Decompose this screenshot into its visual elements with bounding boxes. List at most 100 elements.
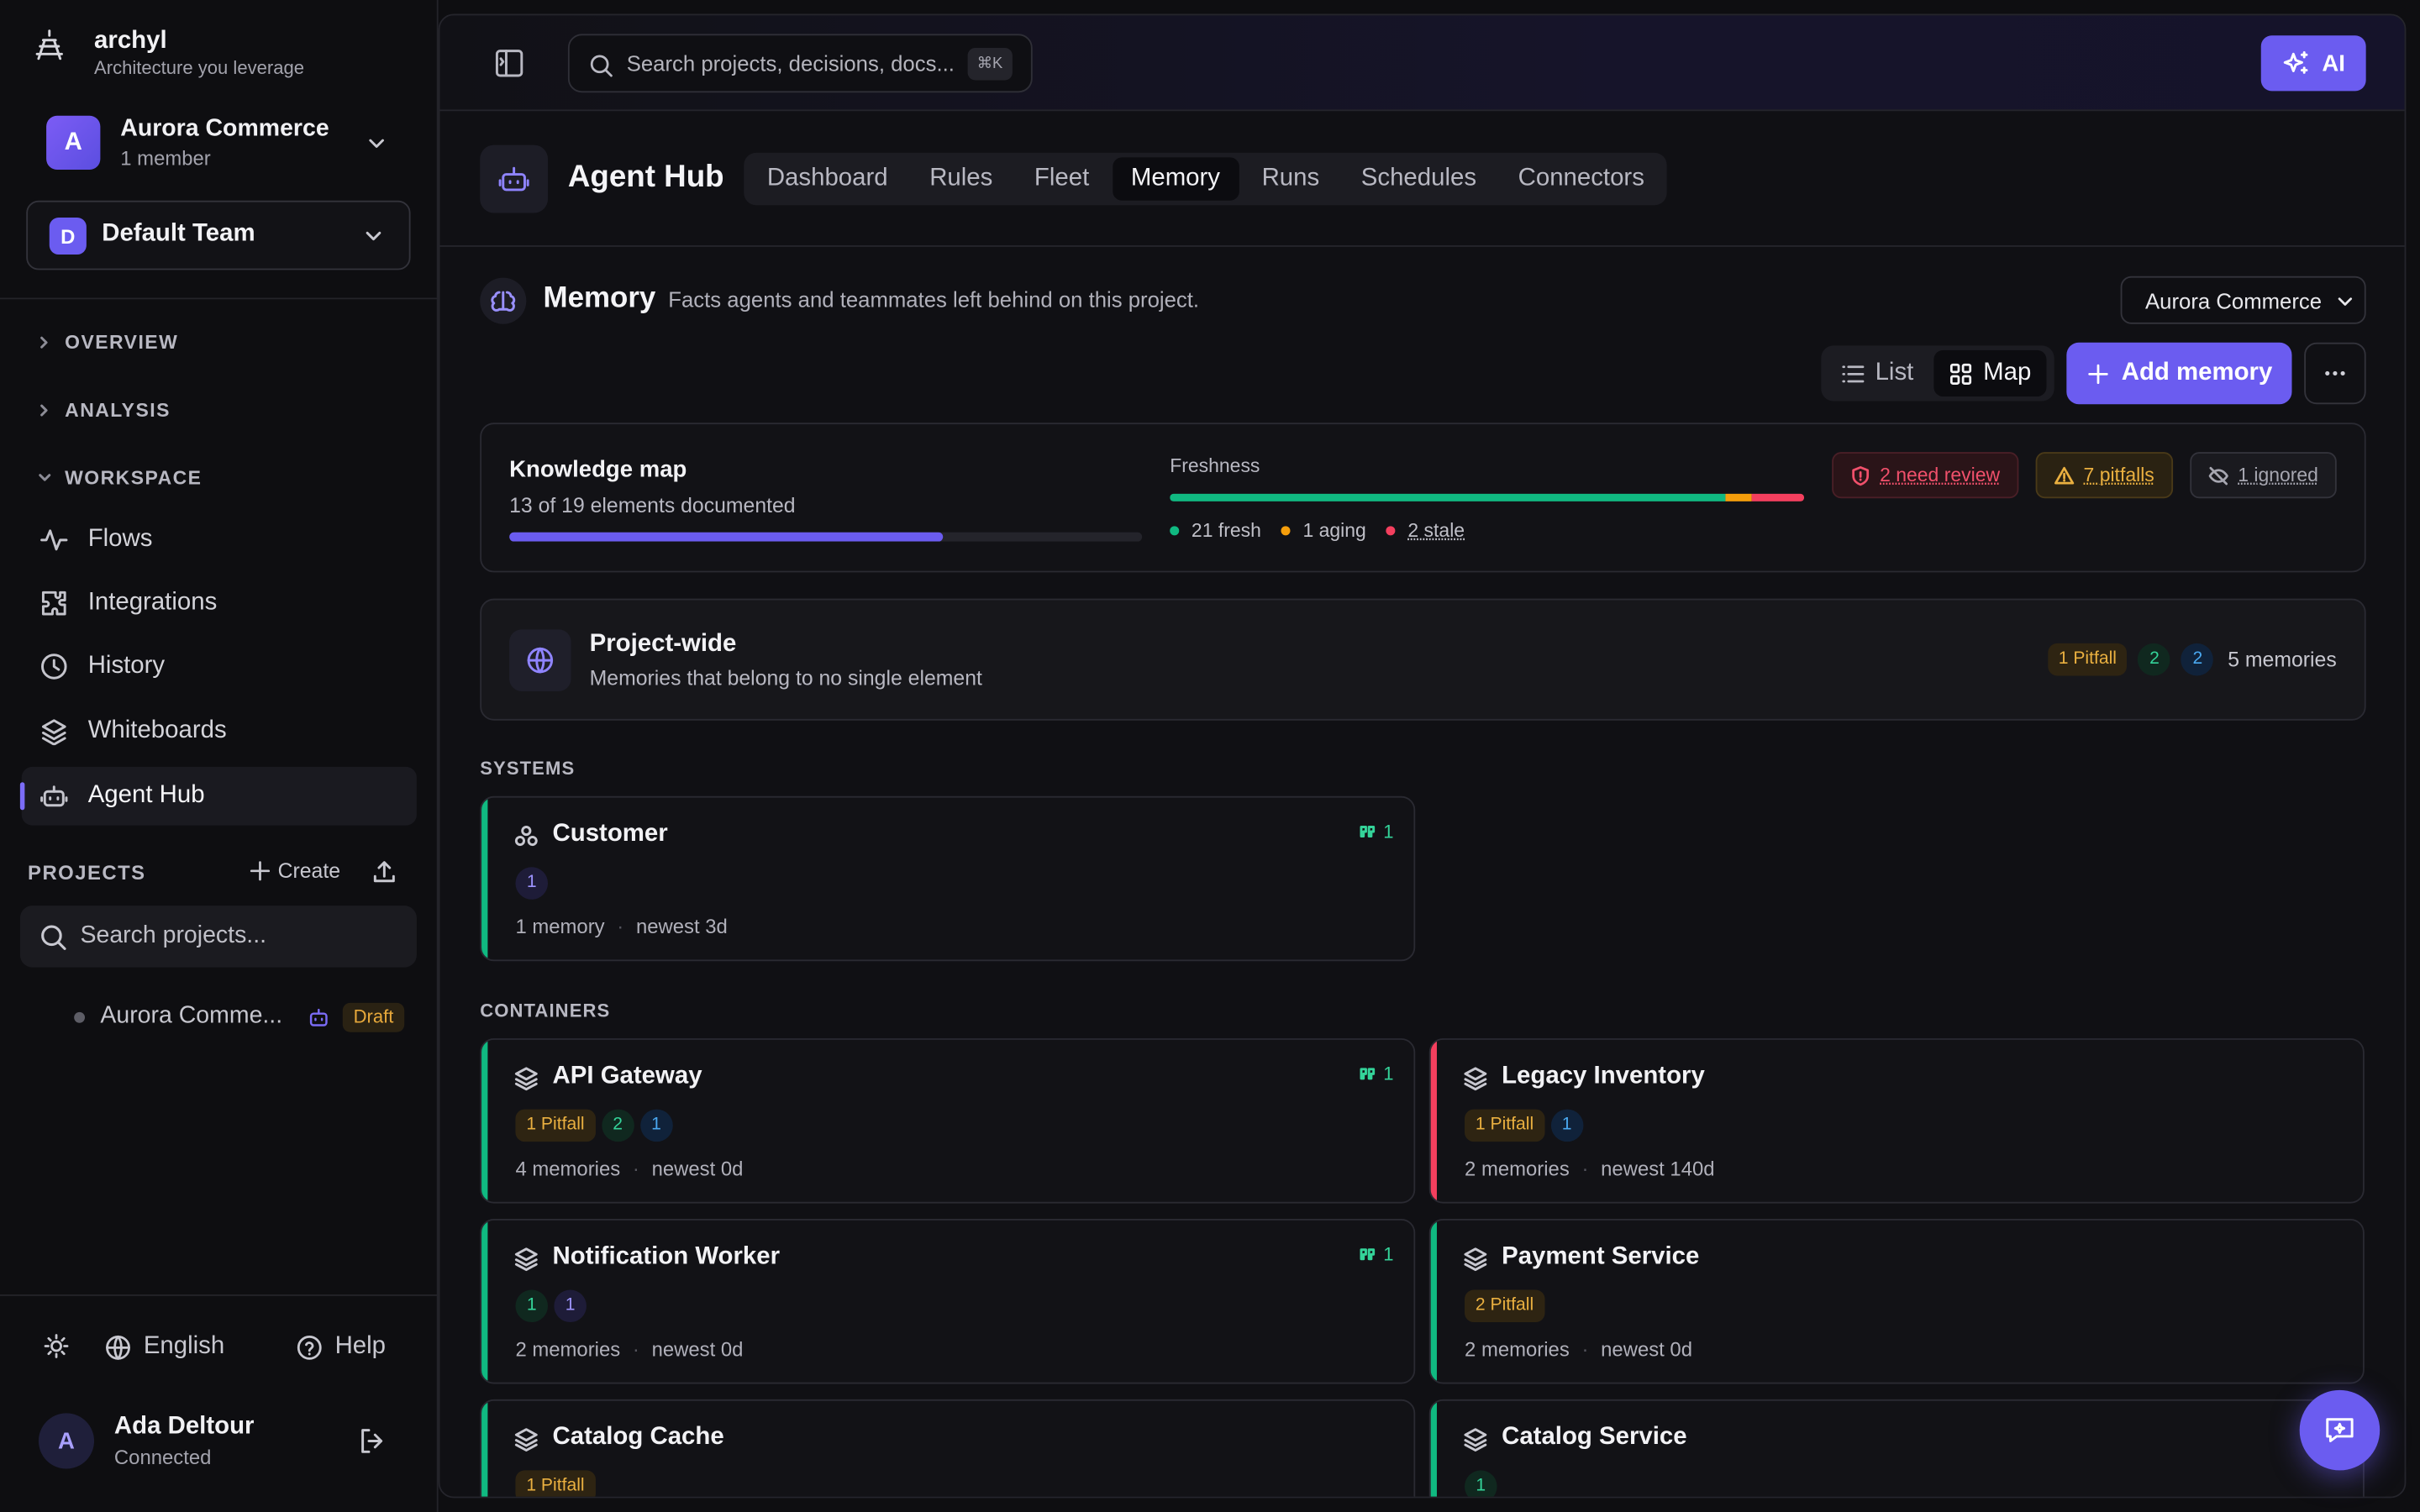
project-select-value: Aurora Commerce — [2145, 288, 2323, 313]
tab-dashboard[interactable]: Dashboard — [749, 157, 907, 200]
ignored-label: 1 ignored — [2238, 464, 2318, 486]
language-select[interactable]: English — [105, 1333, 224, 1361]
project-wide-card[interactable]: Project-wide Memories that belong to no … — [480, 598, 2366, 721]
layers-icon — [1464, 1428, 1487, 1452]
top-bar: Search projects, decisions, docs... ⌘K A… — [439, 15, 2405, 112]
project-search-input[interactable]: Search projects... — [19, 906, 417, 968]
more-horizontal-icon — [2325, 370, 2345, 376]
chat-button[interactable] — [2299, 1389, 2381, 1471]
sidebar-item-label: History — [87, 652, 166, 680]
count-pill: 2 — [2181, 643, 2214, 676]
tab-connectors[interactable]: Connectors — [1500, 157, 1663, 200]
help-circle-icon — [297, 1335, 322, 1359]
card-meta: 2 memories · newest 0d — [515, 1337, 743, 1361]
help-button[interactable]: Help — [297, 1333, 386, 1361]
section-workspace[interactable]: WORKSPACE — [37, 468, 202, 489]
logout-button[interactable] — [358, 1427, 386, 1455]
memory-count: 2 memories — [1465, 1157, 1570, 1181]
view-list-button[interactable]: List — [1826, 350, 1929, 396]
language-label: English — [143, 1332, 225, 1360]
org-switcher[interactable]: A Aurora Commerce 1 member — [46, 115, 401, 171]
bot-icon — [309, 1008, 328, 1026]
fresh-dot — [1170, 526, 1180, 536]
tab-memory[interactable]: Memory — [1112, 157, 1239, 201]
add-memory-button[interactable]: Add memory — [2066, 342, 2292, 405]
element-card-catalog-service[interactable]: Catalog Service 1 — [1428, 1399, 2365, 1497]
upload-icon — [373, 861, 395, 883]
user-status: Connected — [113, 1445, 212, 1469]
card-pills: 1 Pitfall 2 1 — [515, 1109, 673, 1142]
sidebar-toggle-button[interactable] — [494, 48, 525, 79]
card-title: Catalog Cache — [552, 1424, 724, 1451]
avatar[interactable]: A — [38, 1413, 95, 1469]
card-title: Customer — [552, 821, 668, 848]
card-title: Notification Worker — [552, 1243, 781, 1270]
pitfall-pill: 1 Pitfall — [1465, 1109, 1545, 1142]
sidebar-item-flows[interactable]: Flows — [22, 511, 417, 570]
separator-dot: · — [1581, 1337, 1589, 1361]
element-card-customer[interactable]: Customer 1 1 1 memory · newest 3d — [480, 795, 1416, 962]
project-select[interactable]: Aurora Commerce — [2120, 276, 2366, 324]
project-name: Aurora Comme... — [100, 1002, 283, 1030]
divider — [0, 1294, 439, 1296]
count-pill: 1 — [515, 867, 549, 900]
section-overview[interactable]: OVERVIEW — [37, 332, 178, 354]
layers-icon — [514, 1247, 538, 1272]
tab-fleet[interactable]: Fleet — [1016, 157, 1107, 200]
brand[interactable]: archyl Architecture you leverage — [34, 28, 304, 79]
sidebar-item-whiteboards[interactable]: Whiteboards — [22, 702, 417, 761]
count-pill: 1 — [554, 1289, 587, 1323]
theme-toggle[interactable] — [43, 1333, 69, 1359]
tab-rules[interactable]: Rules — [911, 157, 1011, 200]
memory-count: 5 memories — [2228, 648, 2337, 671]
create-project-button[interactable]: Create — [250, 859, 340, 883]
need-review-badge[interactable]: 2 need review — [1832, 452, 2019, 499]
legend-stale[interactable]: 2 stale — [1386, 520, 1465, 542]
card-meta: 4 memories · newest 0d — [515, 1158, 743, 1181]
team-select[interactable]: D Default Team — [26, 200, 411, 270]
grid-icon — [1949, 362, 1972, 385]
ai-button[interactable]: AI — [2260, 35, 2366, 92]
element-card-legacy-inventory[interactable]: Legacy Inventory 1 Pitfall 1 2 memories ·… — [1428, 1038, 2365, 1204]
section-label: OVERVIEW — [65, 331, 179, 354]
layers-icon — [1464, 1067, 1487, 1091]
sidebar-item-integrations[interactable]: Integrations — [22, 574, 417, 633]
view-map-label: Map — [1983, 359, 2032, 386]
element-card-api-gateway[interactable]: API Gateway 1 1 Pitfall 2 1 4 memories · n… — [480, 1038, 1416, 1204]
quote-icon — [1360, 826, 1376, 837]
memory-count: 2 memories — [515, 1337, 621, 1361]
layers-icon — [1464, 1247, 1487, 1272]
tab-runs[interactable]: Runs — [1244, 157, 1339, 200]
global-search-input[interactable]: Search projects, decisions, docs... ⌘K — [567, 34, 1033, 93]
tab-schedules[interactable]: Schedules — [1343, 157, 1495, 200]
ai-label: AI — [2322, 50, 2345, 76]
view-map-button[interactable]: Map — [1933, 349, 2047, 397]
element-card-notification-worker[interactable]: Notification Worker 1 1 1 2 memories · new… — [480, 1218, 1416, 1384]
element-card-payment-service[interactable]: Payment Service 2 Pitfall 2 memories · new… — [1428, 1218, 2365, 1384]
card-pills: 1 Pitfall — [515, 1470, 596, 1497]
divider — [0, 297, 439, 300]
project-item[interactable]: Aurora Comme... Draft — [68, 1000, 423, 1037]
documentation-progress — [509, 532, 1143, 542]
sidebar-item-history[interactable]: History — [22, 638, 417, 696]
ignored-badge[interactable]: 1 ignored — [2190, 452, 2337, 499]
element-card-catalog-cache[interactable]: Catalog Cache 1 Pitfall — [480, 1399, 1416, 1497]
pitfalls-badge[interactable]: 7 pitfalls — [2035, 452, 2173, 499]
chevron-down-icon — [39, 474, 51, 481]
pitfall-pill: 1 Pitfall — [2047, 643, 2128, 676]
import-project-button[interactable] — [372, 859, 397, 884]
legend-aging: 1 aging — [1281, 520, 1366, 542]
globe-icon — [106, 1335, 130, 1359]
sidebar: archyl Architecture you leverage A Auror… — [0, 0, 439, 1512]
section-title: Memory — [543, 282, 656, 315]
memory-count: 1 memory — [515, 915, 605, 938]
sidebar-item-label: Whiteboards — [87, 717, 227, 744]
sidebar-item-label: Agent Hub — [87, 782, 205, 809]
section-analysis[interactable]: ANALYSIS — [37, 400, 171, 421]
freshness-fresh-segment — [1170, 493, 1725, 501]
hub-tabs: Dashboard Rules Fleet Memory Runs Schedu… — [744, 152, 1668, 206]
page-title: Agent Hub — [567, 160, 724, 195]
bot-icon — [40, 785, 68, 807]
more-options-button[interactable] — [2304, 342, 2366, 405]
sidebar-item-agent-hub[interactable]: Agent Hub — [19, 766, 417, 826]
